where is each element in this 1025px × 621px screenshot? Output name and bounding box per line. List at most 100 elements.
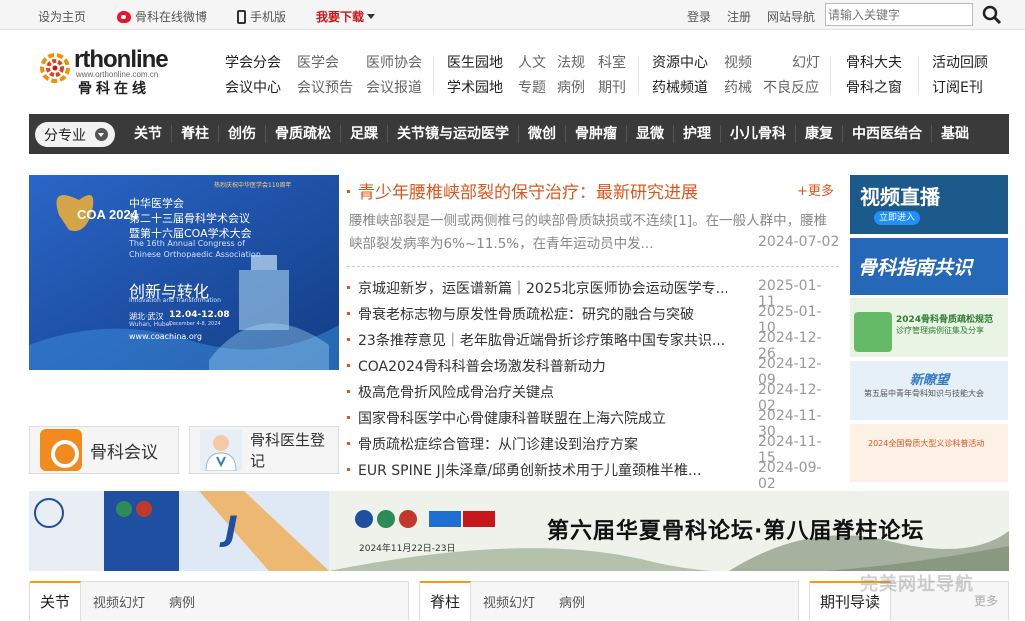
weibo-link[interactable]: 骨科在线微博 [117, 8, 207, 25]
link-journals[interactable]: 期刊 [598, 77, 626, 97]
set-home-link[interactable]: 设为主页 [38, 8, 86, 25]
news-item[interactable]: 国家骨科医学中心骨健康科普联盟在上海六院成立 2024-11-30 [347, 406, 839, 440]
nav-joint[interactable]: 关节 [125, 125, 171, 143]
news-title[interactable]: 骨质疏松症综合管理：从门诊建设到治疗方案 [347, 434, 727, 454]
link-ortho-window[interactable]: 骨科之窗 [846, 77, 902, 97]
news-item[interactable]: 骨衰老标志物与原发性骨质疏松症：研究的融合与突破 2025-01-10 [347, 302, 839, 336]
ortho-meeting-button[interactable]: 骨科会议 [29, 426, 179, 474]
news-item[interactable]: 23条推荐意见｜老年肱骨近端骨折诊疗策略中国专家共识... 2024-12-26 [347, 328, 839, 362]
link-humanities[interactable]: 人文 [518, 52, 546, 72]
news-title[interactable]: 骨衰老标志物与原发性骨质疏松症：研究的融合与突破 [347, 304, 727, 324]
link-topics[interactable]: 专题 [518, 77, 546, 97]
link-regulations[interactable]: 法规 [557, 52, 585, 72]
meeting-icon [40, 429, 82, 471]
tab-joint[interactable]: 关节 [30, 581, 82, 621]
tab-spine-video[interactable]: 视频幻灯 [483, 592, 535, 611]
news-item[interactable]: 骨质疏松症综合管理：从门诊建设到治疗方案 2024-11-15 [347, 432, 839, 466]
video-live-ad[interactable]: 视频直播 立即进入 [850, 175, 1008, 234]
free-clinic-title: 2024全国骨质大型义诊科普活动 [868, 439, 985, 448]
news-title[interactable]: 国家骨科医学中心骨健康科普联盟在上海六院成立 [347, 408, 727, 428]
tab-spine-cases[interactable]: 病例 [559, 592, 585, 611]
link-cases[interactable]: 病例 [557, 77, 585, 97]
mobile-label: 手机版 [250, 10, 287, 24]
news-title[interactable]: EUR SPINE J|朱泽章/邱勇创新技术用于儿童颈椎半椎... [347, 460, 727, 480]
doctor-avatar-icon [200, 429, 242, 472]
link-medical-assoc[interactable]: 医学会 [297, 52, 339, 72]
more-news-link[interactable]: +更多 [797, 180, 834, 199]
tab-joint-video[interactable]: 视频幻灯 [93, 592, 145, 611]
link-resource-center[interactable]: 资源中心 [652, 52, 708, 72]
news-item[interactable]: 京城迎新岁，运医谱新篇｜2025北京医师协会运动医学专... 2025-01-11 [347, 276, 839, 310]
nav-bone-tumor[interactable]: 骨肿瘤 [565, 125, 626, 143]
case-collection-ad[interactable]: 2024骨科骨质疏松规范 诊疗管理病例征集及分享 [850, 298, 1008, 357]
register-link[interactable]: 注册 [727, 8, 751, 25]
guideline-ad[interactable]: 骨科指南共识 [850, 238, 1008, 295]
site-logo[interactable]: rthonline www.orthonline.com.cn 骨科在线 [36, 44, 186, 97]
link-adverse-reactions[interactable]: 不良反应 [763, 77, 819, 97]
news-title[interactable]: 23条推荐意见｜老年肱骨近端骨折诊疗策略中国专家共识... [347, 330, 727, 350]
link-slides[interactable]: 幻灯 [792, 52, 820, 72]
link-doctor-garden[interactable]: 医生园地 [447, 52, 503, 72]
download-menu[interactable]: 我要下载 [316, 8, 376, 25]
tab-joint-cases[interactable]: 病例 [169, 592, 195, 611]
banner-en2: Chinese Orthopaedic Association [129, 250, 261, 259]
free-clinic-ad[interactable]: 2024全国骨质大型义诊科普活动 [850, 424, 1008, 482]
new-outlook-ad[interactable]: 新瞭望 第五届中青年骨科知识与技能大会 [850, 361, 1008, 420]
link-devices[interactable]: 药械 [724, 77, 752, 97]
nav-nursing[interactable]: 护理 [673, 125, 720, 143]
news-date: 2024-09-02 [758, 460, 822, 492]
ortho-meeting-label: 骨科会议 [90, 442, 158, 463]
link-orthopedic-doctor[interactable]: 骨科大夫 [846, 52, 902, 72]
link-meeting-preview[interactable]: 会议预告 [297, 77, 353, 97]
link-society[interactable]: 学会分会 [225, 52, 281, 72]
coa-2024-banner[interactable]: 中华医学会 第二十三届骨科学术会议 暨第十六届COA学术大会 The 16th … [29, 175, 339, 370]
coa-badge: COA 2024 [77, 207, 138, 222]
doctor-register-button[interactable]: 骨科医生登记 [189, 426, 339, 474]
search-input[interactable] [825, 3, 973, 26]
nav-basic[interactable]: 基础 [931, 125, 978, 143]
login-link[interactable]: 登录 [687, 8, 711, 25]
site-nav-link[interactable]: 网站导航 [767, 8, 815, 25]
link-video[interactable]: 视频 [724, 52, 752, 72]
search-button[interactable] [975, 3, 1008, 26]
link-academic[interactable]: 学术园地 [447, 77, 503, 97]
huaxia-forum-banner[interactable]: J 第六届华夏骨科论坛·第八届脊柱论坛 2024年11月22日-23日 [29, 491, 1009, 571]
link-departments[interactable]: 科室 [598, 52, 626, 72]
banner-date: 12.04-12.08 [169, 310, 230, 320]
nav-rehab[interactable]: 康复 [795, 125, 842, 143]
forum-title: 第六届华夏骨科论坛·第八届脊柱论坛 [547, 519, 925, 544]
nav-integrative[interactable]: 中西医结合 [842, 125, 931, 143]
news-item[interactable]: 极高危骨折风险成骨治疗关键点 2024-12-02 [347, 380, 839, 414]
link-meeting-report[interactable]: 会议报道 [366, 77, 422, 97]
news-item[interactable]: COA2024骨科科普会场激发科普新动力 2024-12-09 [347, 354, 839, 388]
link-doctor-assoc[interactable]: 医师协会 [366, 52, 422, 72]
chevron-down-icon [95, 128, 108, 141]
nav-osteoporosis[interactable]: 骨质疏松 [265, 125, 340, 143]
news-title[interactable]: 京城迎新岁，运医谱新篇｜2025北京医师协会运动医学专... [347, 278, 727, 298]
specialty-dropdown[interactable]: 分专业 [35, 122, 115, 147]
link-devices-channel[interactable]: 药械频道 [652, 77, 708, 97]
specialty-nav-items: 关节 脊柱 创伤 骨质疏松 足踝 关节镜与运动医学 微创 骨肿瘤 显微 护理 小… [125, 114, 978, 154]
tab-spine[interactable]: 脊柱 [420, 581, 472, 621]
news-item[interactable]: EUR SPINE J|朱泽章/邱勇创新技术用于儿童颈椎半椎... 2024-09… [347, 458, 839, 492]
doctor-register-label: 骨科医生登记 [250, 431, 326, 470]
nav-microsurgery[interactable]: 显微 [626, 125, 673, 143]
nav-spine[interactable]: 脊柱 [171, 125, 218, 143]
banner-slogan-en: Innovation and Transformation [129, 297, 221, 304]
nav-pediatric[interactable]: 小儿骨科 [720, 125, 795, 143]
logo-cn: 骨科在线 [78, 81, 150, 97]
news-title[interactable]: COA2024骨科科普会场激发科普新动力 [347, 356, 727, 376]
nav-foot-ankle[interactable]: 足踝 [340, 125, 387, 143]
specialty-dropdown-label: 分专业 [44, 128, 86, 144]
link-activity-review[interactable]: 活动回顾 [932, 52, 988, 72]
nav-arthroscopy[interactable]: 关节镜与运动医学 [387, 125, 518, 143]
headline-title[interactable]: 青少年腰椎峡部裂的保守治疗：最新研究进展 [347, 178, 698, 203]
weibo-icon [117, 10, 131, 23]
link-meeting-center[interactable]: 会议中心 [225, 77, 281, 97]
nav-trauma[interactable]: 创伤 [218, 125, 265, 143]
mobile-link[interactable]: 手机版 [237, 8, 286, 25]
nav-minimally-invasive[interactable]: 微创 [518, 125, 565, 143]
journal-more-link[interactable]: 更多 [974, 592, 998, 609]
news-title[interactable]: 极高危骨折风险成骨治疗关键点 [347, 382, 727, 402]
link-subscribe-ejournal[interactable]: 订阅E刊 [932, 77, 983, 97]
